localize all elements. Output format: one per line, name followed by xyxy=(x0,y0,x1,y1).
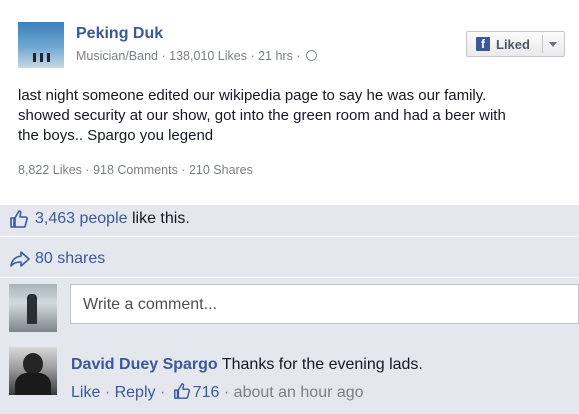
post-text-line: the boys.. Spargo you legend xyxy=(18,127,214,144)
post-like-count[interactable]: 8,822 Likes xyxy=(18,163,82,177)
comment-actions: Like · Reply · 716 · about an hour ago xyxy=(71,383,364,401)
feedback-section: 3,463 people like this. 80 shares David … xyxy=(0,205,579,414)
shares-row: 80 shares xyxy=(0,242,579,278)
comment-text: Thanks for the evening lads. xyxy=(217,356,423,373)
head-silhouette xyxy=(23,353,43,375)
figure-shape xyxy=(47,53,50,62)
facebook-logo-icon: f xyxy=(476,37,490,51)
commenter-avatar[interactable] xyxy=(9,347,57,395)
current-user-avatar[interactable] xyxy=(9,284,57,332)
post-text: last night someone edited our wikipedia … xyxy=(18,86,563,146)
page-likes: 138,010 Likes xyxy=(169,49,247,63)
body-silhouette xyxy=(15,373,51,395)
figure-shape xyxy=(40,53,43,62)
comment-like-count[interactable]: 716 xyxy=(193,384,220,401)
comment-input[interactable] xyxy=(81,287,565,323)
comment-item: David Duey Spargo Thanks for the evening… xyxy=(0,346,579,414)
comment-body: David Duey Spargo Thanks for the evening… xyxy=(71,356,423,374)
like-summary-text: 3,463 people like this. xyxy=(35,210,190,228)
post-card: Peking Duk Musician/Band · 138,010 Likes… xyxy=(0,0,579,205)
page-category: Musician/Band xyxy=(76,49,158,63)
like-count-link[interactable]: 3,463 people xyxy=(35,210,128,227)
button-divider xyxy=(542,35,543,53)
comment-box[interactable] xyxy=(70,284,579,324)
comment-author-link[interactable]: David Duey Spargo xyxy=(71,356,218,373)
liked-button-label: Liked xyxy=(496,37,530,52)
page-avatar[interactable] xyxy=(18,22,64,68)
thumbs-up-icon xyxy=(173,383,190,399)
post-text-line: showed security at our show, got into th… xyxy=(18,107,506,124)
post-comment-count[interactable]: 918 Comments xyxy=(93,163,178,177)
shares-link[interactable]: 80 shares xyxy=(35,250,105,268)
page-name-link[interactable]: Peking Duk xyxy=(76,25,163,43)
post-time[interactable]: 21 hrs xyxy=(258,49,293,63)
comment-time[interactable]: about an hour ago xyxy=(234,384,364,401)
comment-like-link[interactable]: Like xyxy=(71,384,100,401)
like-summary-row: 3,463 people like this. xyxy=(0,205,579,237)
comment-composer xyxy=(0,283,579,337)
person-silhouette xyxy=(27,294,37,324)
figure-shape xyxy=(33,53,36,62)
share-arrow-icon xyxy=(10,251,30,267)
liked-button[interactable]: f Liked xyxy=(466,31,565,57)
post-meta: Musician/Band · 138,010 Likes · 21 hrs · xyxy=(76,49,317,63)
post-share-count[interactable]: 210 Shares xyxy=(189,163,253,177)
comment-reply-link[interactable]: Reply xyxy=(115,384,156,401)
chevron-down-icon[interactable] xyxy=(549,42,557,47)
thumbs-up-icon xyxy=(10,210,28,228)
globe-icon xyxy=(305,50,317,61)
post-stats: 8,822 Likes · 918 Comments · 210 Shares xyxy=(18,163,253,177)
post-text-line: last night someone edited our wikipedia … xyxy=(18,87,487,104)
like-summary-suffix: like this. xyxy=(127,210,190,227)
